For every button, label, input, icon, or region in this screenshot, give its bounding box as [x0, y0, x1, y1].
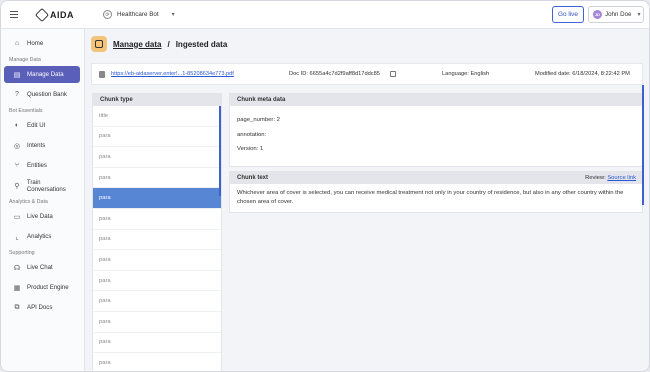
app-window: AIDA ⟳ Healthcare Bot ▾ Go live JD John … — [0, 0, 650, 372]
database-icon: ▤ — [13, 71, 21, 79]
bot-name: Healthcare Bot — [117, 11, 159, 18]
top-bar: AIDA ⟳ Healthcare Bot ▾ Go live JD John … — [1, 1, 649, 29]
chevron-down-icon: ▾ — [637, 12, 641, 18]
entities-icon: ⑂ — [14, 162, 20, 169]
copy-icon[interactable] — [390, 71, 396, 77]
breadcrumb-manage-data-link[interactable]: Manage data — [113, 40, 161, 49]
sidebar-item-live-chat[interactable]: ☊ Live Chat — [4, 259, 80, 276]
sidebar-section-label: Bot Essentials — [9, 108, 43, 114]
chunk-row[interactable]: para — [93, 291, 221, 312]
sidebar-item-label: Entities — [27, 162, 47, 169]
doc-id: Doc ID: 6655a4c7d2f9aff8d17ddc85 — [289, 71, 380, 77]
chunk-list-scrollbar[interactable] — [219, 106, 221, 196]
database-icon — [91, 36, 107, 52]
sidebar-item-label: Question Bank — [27, 91, 67, 98]
sidebar-item-analytics[interactable]: ⌞ Analytics — [4, 228, 80, 245]
chunk-list: Chunk type title para para para para para para… — [92, 93, 222, 371]
review-text: Review: — [585, 175, 606, 181]
sidebar-item-entities[interactable]: ⑂ Entities — [4, 157, 80, 174]
main-content: Manage data / Ingested data https://eb-a… — [85, 29, 649, 371]
bot-selector[interactable]: ⟳ Healthcare Bot ▾ — [99, 6, 179, 24]
doc-modified-date: Modified date: 6/18/2024, 8:22:42 PM — [535, 71, 630, 77]
chunk-row[interactable]: para — [93, 127, 221, 148]
sidebar-section-label: Manage Data — [9, 57, 41, 63]
sidebar-item-label: Analytics — [27, 233, 52, 240]
home-icon: ⌂ — [14, 40, 20, 47]
api-icon: ⧉ — [14, 303, 20, 311]
sidebar-item-label: API Docs — [27, 304, 53, 311]
sidebar-item-api-docs[interactable]: ⧉ API Docs — [4, 299, 80, 316]
sidebar-item-label: Train Conversations — [26, 178, 66, 193]
chunk-text-body: Whichever area of cover is selected, you… — [237, 190, 624, 205]
sidebar-item-intents[interactable]: ◎ Intents — [4, 137, 80, 154]
chunk-rows: title para para para para para para para para par… — [93, 106, 221, 371]
train-icon: ⚲ — [14, 182, 20, 190]
breadcrumb: Manage data / Ingested data — [91, 36, 227, 52]
sidebar-item-edit-ui[interactable]: ◐ Edit UI — [4, 117, 80, 134]
file-icon — [99, 70, 105, 78]
sidebar-item-manage-data[interactable]: ▤ Manage Data — [4, 66, 80, 83]
chunk-list-header: Chunk type — [93, 94, 221, 106]
bot-icon: ⟳ — [103, 10, 112, 19]
chunk-row[interactable]: para — [93, 209, 221, 230]
sidebar-item-question-bank[interactable]: ? Question Bank — [4, 86, 80, 103]
sidebar-item-train-conversations[interactable]: ⚲ Train Conversations — [4, 177, 80, 194]
detail-scrollbar[interactable] — [642, 85, 644, 205]
page-title: Ingested data — [175, 39, 228, 49]
chunk-row[interactable]: para — [93, 353, 221, 371]
sidebar-section-label: Analytics & Data — [9, 199, 48, 205]
logo-text: AIDA — [50, 9, 74, 20]
chunk-text-panel: Chunk text Review: Source link Whichever… — [229, 171, 643, 213]
chunk-text-header: Chunk text — [237, 175, 269, 181]
meta-annotation: annotation: — [237, 131, 267, 138]
chunk-row[interactable]: para — [93, 333, 221, 354]
meta-page-number: page_number: 2 — [237, 117, 280, 123]
sidebar-item-label: Home — [27, 40, 44, 47]
sidebar-section-label: Supporting — [9, 250, 35, 256]
sidebar-item-live-data[interactable]: ▭ Live Data — [4, 208, 80, 225]
document-info-bar: https://eb-aidaserver.enter!...1-8520863… — [91, 63, 643, 85]
chunk-row[interactable]: title — [93, 106, 221, 127]
question-icon: ? — [15, 91, 19, 98]
chunk-text-header-bar: Chunk text Review: Source link — [230, 172, 642, 184]
sidebar-item-label: Edit UI — [27, 122, 46, 129]
sidebar-item-label: Manage Data — [27, 71, 64, 78]
chunk-row[interactable]: para — [93, 250, 221, 271]
target-icon: ◎ — [13, 142, 21, 150]
chunk-row[interactable]: para — [93, 147, 221, 168]
app-logo[interactable]: AIDA — [34, 7, 95, 22]
sidebar: ⌂ Home Manage Data ▤ Manage Data ? Quest… — [1, 29, 85, 371]
meta-version: Version: 1 — [237, 146, 264, 152]
sidebar-item-label: Live Chat — [27, 264, 53, 271]
document-link[interactable]: https://eb-aidaserver.enter!...1-8520863… — [111, 71, 286, 77]
sidebar-item-label: Intents — [27, 142, 46, 149]
chart-icon: ⌞ — [15, 233, 19, 241]
chunk-row[interactable]: para — [93, 230, 221, 251]
doc-language: Language: English — [442, 71, 490, 77]
chunk-row[interactable]: para — [93, 168, 221, 189]
go-live-button[interactable]: Go live — [552, 6, 584, 23]
breadcrumb-separator: / — [167, 39, 170, 49]
palette-icon: ◐ — [14, 122, 20, 129]
sidebar-item-product-engine[interactable]: ▦ Product Engine — [4, 279, 80, 296]
sidebar-item-home[interactable]: ⌂ Home — [4, 35, 80, 52]
logo-icon — [34, 7, 50, 22]
source-link[interactable]: Source link — [607, 175, 636, 181]
chunk-meta-header: Chunk meta data — [230, 94, 642, 106]
chevron-down-icon: ▾ — [171, 12, 175, 18]
user-name: John Doe — [605, 11, 632, 18]
chunk-row[interactable]: para — [93, 312, 221, 333]
menu-icon[interactable] — [10, 8, 28, 22]
user-menu[interactable]: JD John Doe ▾ — [588, 6, 644, 23]
headset-icon: ☊ — [13, 264, 21, 272]
chunk-row[interactable]: para — [93, 271, 221, 292]
review-label: Review: Source link — [585, 172, 636, 184]
sidebar-item-label: Live Data — [27, 213, 53, 220]
chunk-meta-panel: Chunk meta data page_number: 2 annotatio… — [229, 93, 643, 167]
sidebar-item-label: Product Engine — [27, 284, 69, 291]
avatar: JD — [593, 10, 602, 19]
chunk-row[interactable]: para — [93, 188, 221, 209]
engine-icon: ▦ — [13, 284, 21, 292]
monitor-icon: ▭ — [13, 213, 21, 221]
